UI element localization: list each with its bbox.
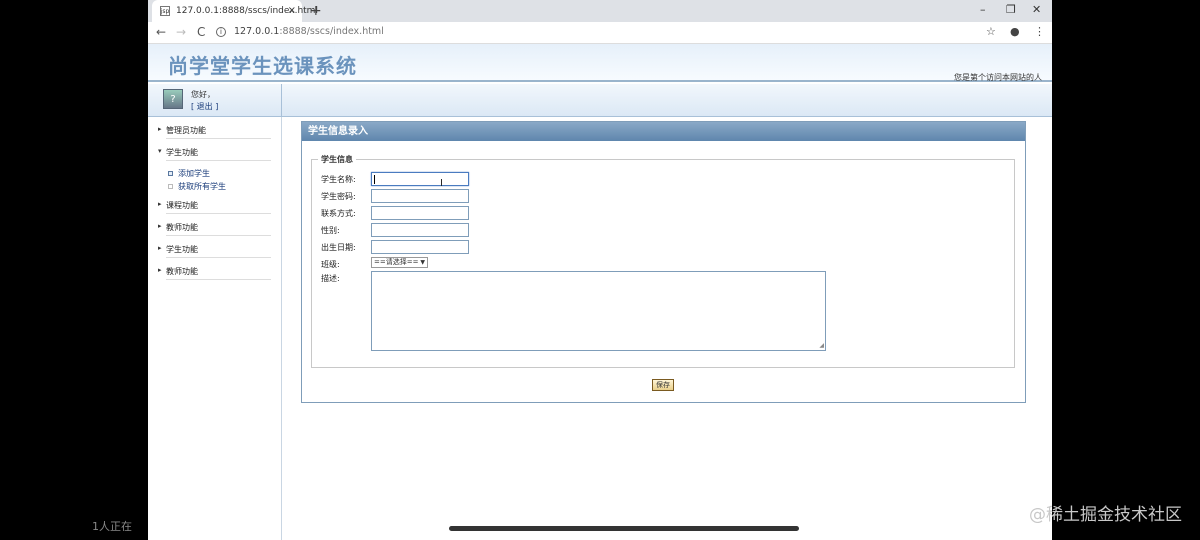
name-label: 学生名称: [321, 175, 356, 184]
watermark: @稀土掘金技术社区 [1029, 505, 1182, 525]
student-password-input[interactable] [371, 189, 469, 203]
browser-tab[interactable]: jsp 127.0.0.1:8888/sscs/index.html × [152, 0, 318, 22]
class-select[interactable]: ==请选择== ▼ [371, 257, 428, 268]
web-page: 尚学堂学生选课系统 您是第个访问本网站的人 ? 您好， [ 退出 ] ▸ 管理员… [148, 44, 1052, 540]
contact-input[interactable] [371, 206, 469, 220]
site-banner: 尚学堂学生选课系统 您是第个访问本网站的人 [148, 44, 1052, 82]
restore-button[interactable]: ❐ [1006, 3, 1016, 16]
bullet-icon [168, 184, 173, 189]
profile-icon[interactable]: ● [1010, 25, 1020, 38]
chevron-right-icon: ▸ [158, 222, 162, 230]
sidebar-item-student[interactable]: ▾ 学生功能 [158, 147, 271, 161]
fieldset-legend: 学生信息 [318, 154, 356, 165]
back-button[interactable]: ← [156, 25, 166, 39]
student-name-input[interactable] [371, 172, 469, 186]
password-label: 学生密码: [321, 192, 356, 201]
avatar-icon: ? [163, 89, 183, 109]
gender-input[interactable] [371, 223, 469, 237]
sidebar-item-course[interactable]: ▸ 课程功能 [158, 200, 271, 214]
save-button[interactable]: 保存 [652, 379, 674, 391]
panel-title: 学生信息录入 [302, 122, 1025, 141]
sidebar-subitem-label: 获取所有学生 [178, 182, 226, 191]
contact-label: 联系方式: [321, 209, 356, 218]
text-cursor-icon: I [440, 178, 443, 189]
chevron-right-icon: ▸ [158, 266, 162, 274]
chevron-right-icon: ▸ [158, 200, 162, 208]
sidebar-item-admin[interactable]: ▸ 管理员功能 [158, 125, 271, 139]
dropdown-arrow-icon: ▼ [420, 259, 425, 266]
address-bar: ← → C i 127.0.0.1:8888/sscs/index.html ☆… [148, 22, 1052, 44]
sidebar-item-label: 课程功能 [166, 201, 198, 210]
sidebar: ▸ 管理员功能 ▾ 学生功能 添加学生 获取所有学生 ▸ 课程功能 ▸ 教师功能 [148, 117, 282, 540]
minimize-button[interactable]: – [980, 3, 986, 16]
chevron-right-icon: ▸ [158, 244, 162, 252]
browser-window: jsp 127.0.0.1:8888/sscs/index.html × + –… [148, 0, 1052, 540]
greeting: 您好， [191, 90, 215, 99]
birthdate-label: 出生日期: [321, 243, 356, 252]
bookmark-star-icon[interactable]: ☆ [986, 25, 996, 38]
user-bar: ? 您好， [ 退出 ] [148, 84, 1052, 117]
gender-label: 性别: [321, 226, 340, 235]
sidebar-item-label: 教师功能 [166, 223, 198, 232]
text-caret [374, 175, 375, 184]
sidebar-item-label: 学生功能 [166, 245, 198, 254]
description-textarea[interactable]: ◢ [371, 271, 826, 351]
logout-link[interactable]: [ 退出 ] [191, 101, 218, 112]
chevron-down-icon: ▾ [158, 147, 162, 155]
description-label: 描述: [321, 274, 340, 283]
favicon-icon: jsp [160, 6, 170, 16]
class-label: 班级: [321, 260, 340, 269]
sidebar-item-label: 管理员功能 [166, 126, 206, 135]
bullet-icon [168, 171, 173, 176]
tab-bar: jsp 127.0.0.1:8888/sscs/index.html × + –… [148, 0, 1052, 22]
visitor-counter: 您是第个访问本网站的人 [954, 73, 1042, 82]
reload-button[interactable]: C [197, 25, 205, 39]
sidebar-item-teacher-2[interactable]: ▸ 教师功能 [158, 266, 271, 280]
url-field[interactable]: i 127.0.0.1:8888/sscs/index.html [216, 26, 384, 37]
sidebar-item-student-2[interactable]: ▸ 学生功能 [158, 244, 271, 258]
sidebar-item-teacher[interactable]: ▸ 教师功能 [158, 222, 271, 236]
user-box: ? 您好， [ 退出 ] [148, 84, 282, 117]
sidebar-subitem-add-student[interactable]: 添加学生 [168, 168, 210, 179]
window-close-button[interactable]: ✕ [1032, 3, 1041, 16]
sidebar-subitem-label: 添加学生 [178, 169, 210, 178]
home-indicator[interactable] [449, 526, 799, 531]
student-info-fieldset: 学生信息 学生名称: 学生密码: 联系方式: 性别: 出生日期: 班级: ==请… [311, 154, 1015, 368]
tab-close-icon[interactable]: × [288, 5, 296, 16]
site-title: 尚学堂学生选课系统 [168, 54, 357, 78]
new-tab-button[interactable]: + [310, 3, 322, 19]
info-icon[interactable]: i [216, 26, 226, 37]
sidebar-item-label: 教师功能 [166, 267, 198, 276]
url-host: 127.0.0.1 [234, 26, 280, 37]
class-selected-value: ==请选择== [374, 258, 419, 266]
menu-icon[interactable]: ⋮ [1034, 25, 1045, 38]
sidebar-subitem-all-students[interactable]: 获取所有学生 [168, 181, 226, 192]
sidebar-item-label: 学生功能 [166, 148, 198, 157]
student-form-panel: 学生信息录入 学生信息 学生名称: 学生密码: 联系方式: 性别: 出生日期: … [301, 121, 1026, 403]
url-path: :8888/sscs/index.html [279, 26, 384, 37]
forward-button[interactable]: → [176, 25, 186, 39]
tab-title: 127.0.0.1:8888/sscs/index.html [176, 6, 318, 16]
chevron-right-icon: ▸ [158, 125, 162, 133]
resize-handle-icon[interactable]: ◢ [819, 342, 824, 349]
viewer-count: 1人正在 [92, 520, 132, 533]
birthdate-input[interactable] [371, 240, 469, 254]
